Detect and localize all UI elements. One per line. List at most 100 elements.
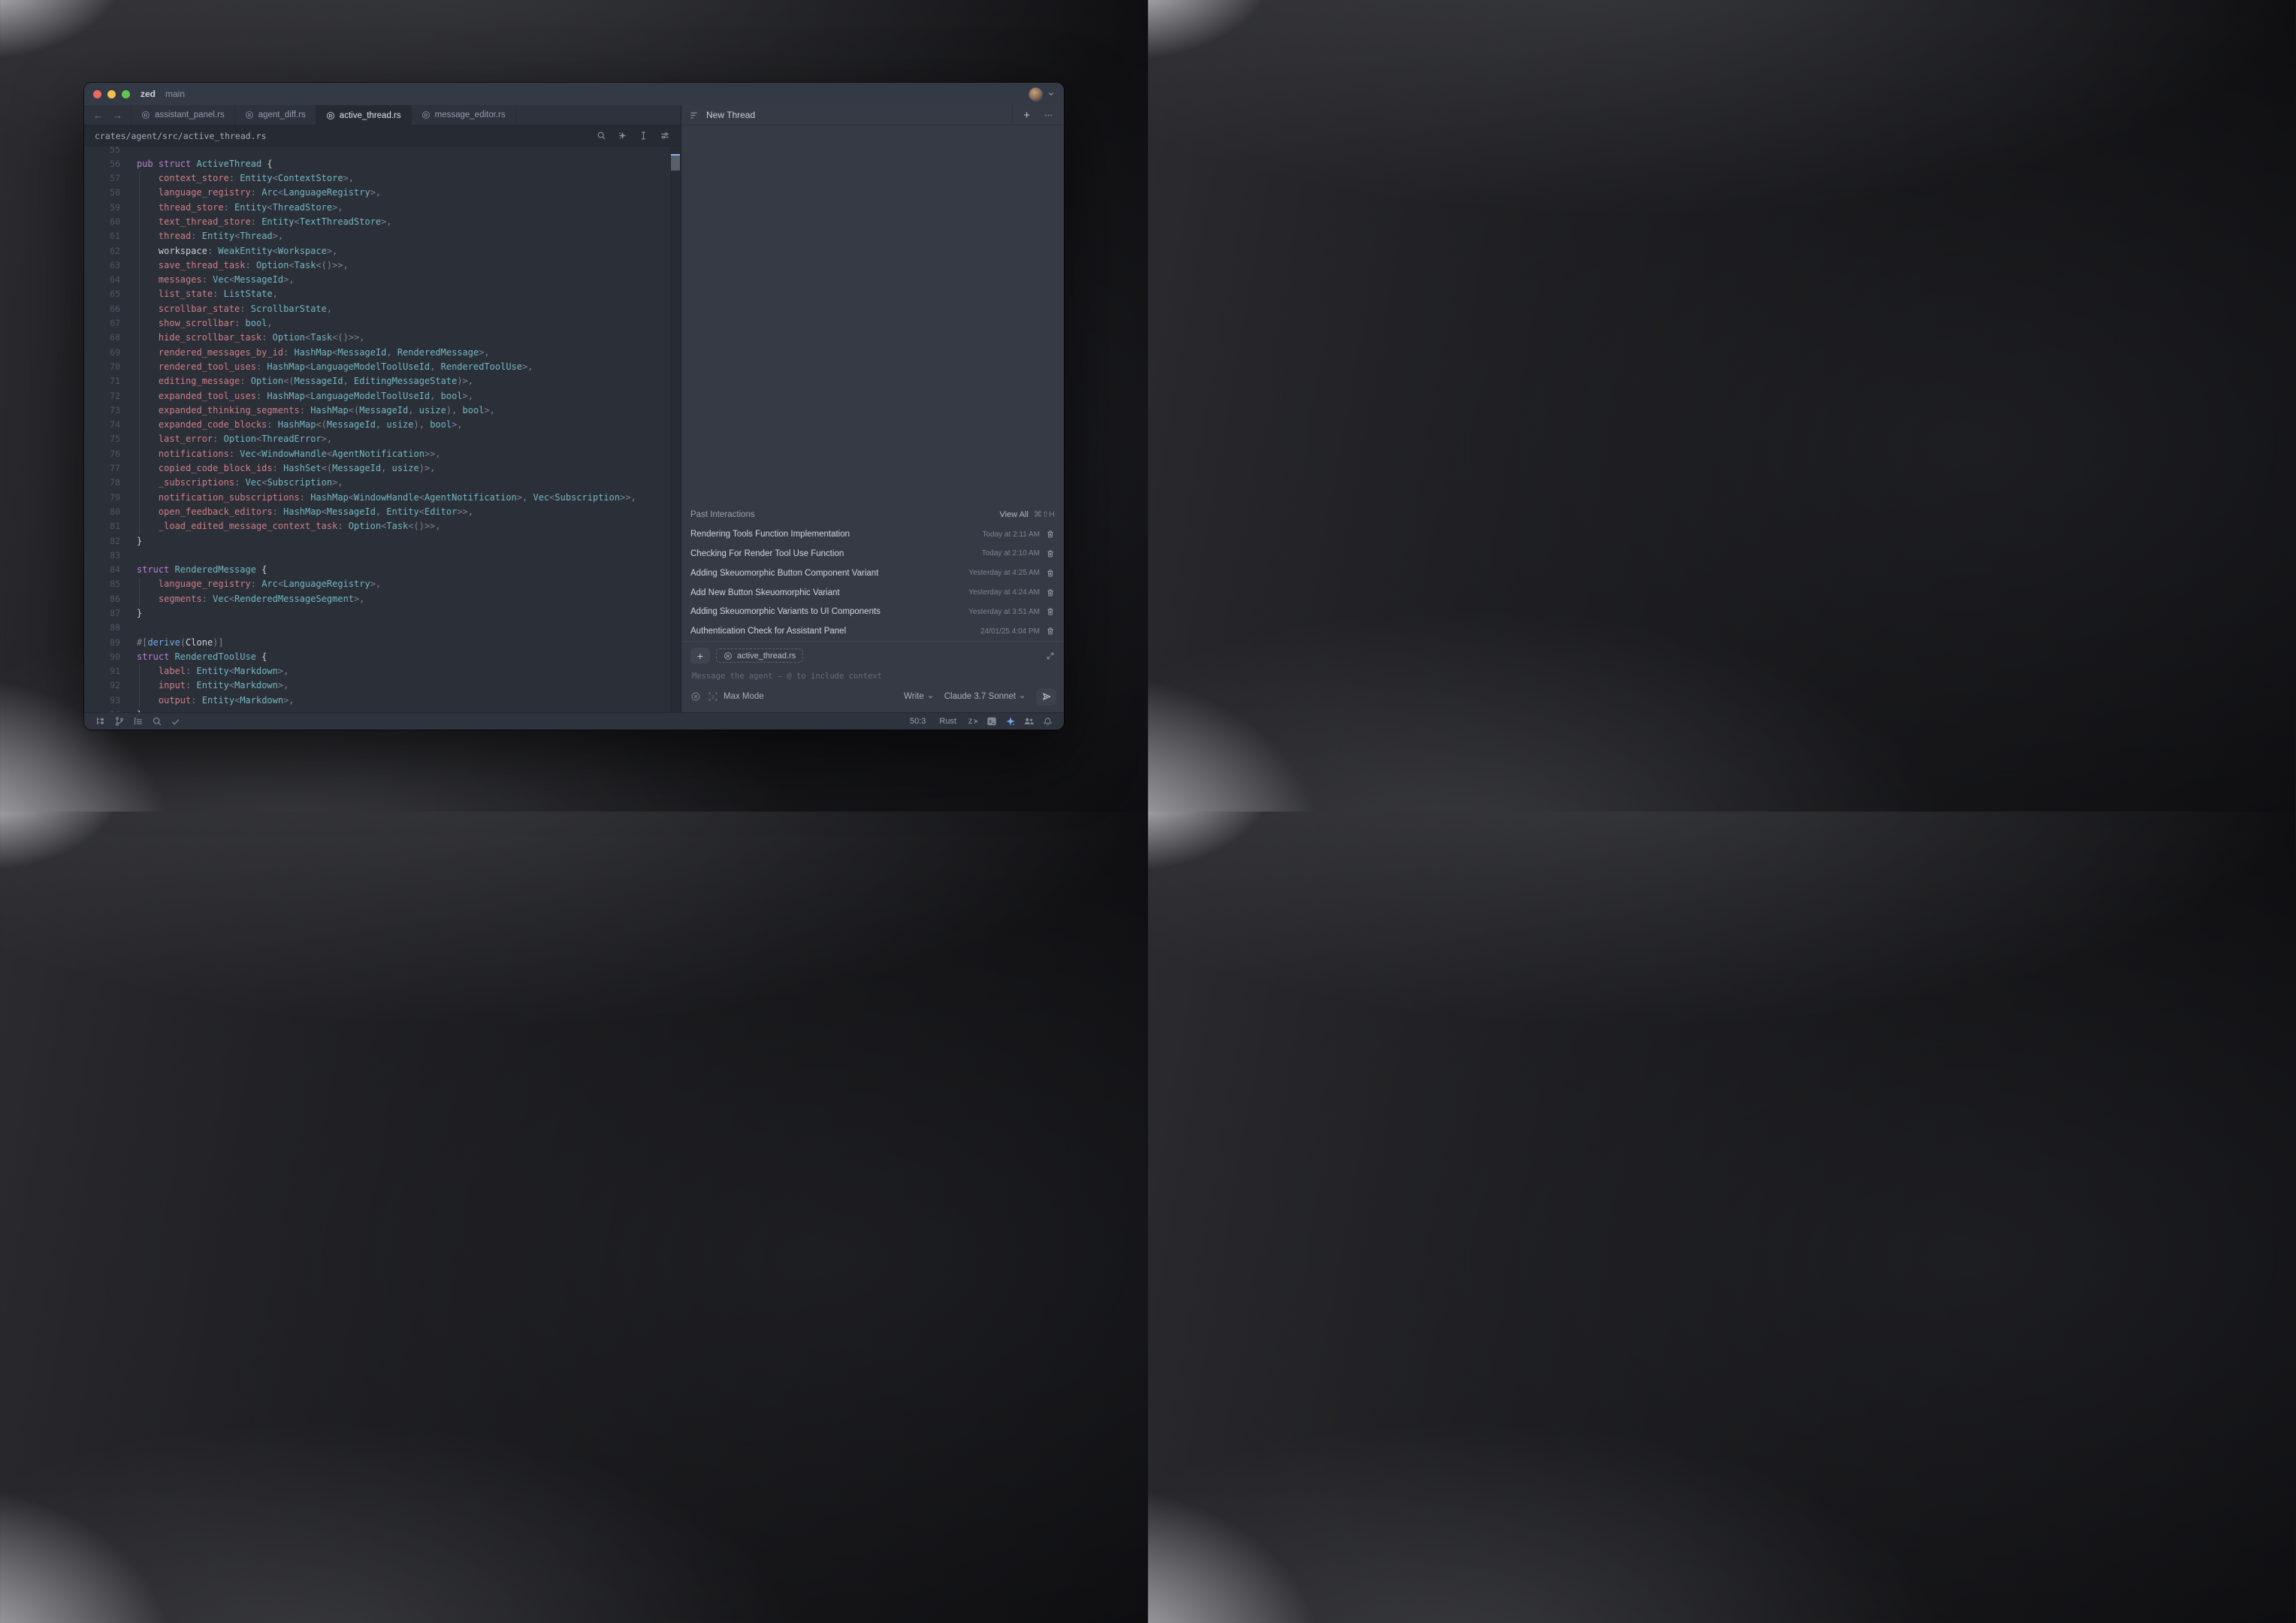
nav-back-button[interactable]: ← bbox=[93, 110, 103, 121]
line-content: } bbox=[137, 606, 142, 621]
past-interactions-title: Past Interactions bbox=[690, 510, 755, 519]
delete-thread-trash-icon[interactable] bbox=[1046, 549, 1055, 558]
line-number: 84 bbox=[84, 563, 120, 577]
inline-assist-sparkle-icon[interactable] bbox=[618, 131, 627, 141]
past-interaction-row[interactable]: Rendering Tools Function ImplementationT… bbox=[681, 524, 1064, 544]
code-line: 90struct RenderedToolUse { bbox=[84, 650, 670, 664]
line-number: 56 bbox=[84, 157, 120, 171]
delete-thread-trash-icon[interactable] bbox=[1046, 607, 1055, 616]
mode-selector[interactable]: Write bbox=[904, 692, 934, 701]
zoom-window-button[interactable] bbox=[122, 90, 130, 98]
scrollbar-thumb[interactable] bbox=[671, 154, 680, 171]
model-selector[interactable]: Claude 3.7 Sonnet bbox=[944, 692, 1026, 701]
code-line: 74 expanded_code_blocks: HashMap<(Messag… bbox=[84, 418, 670, 432]
context-pill[interactable]: R active_thread.rs bbox=[716, 648, 803, 663]
assistant-sparkle-icon[interactable] bbox=[1001, 713, 1020, 730]
line-number: 83 bbox=[84, 549, 120, 563]
line-number: 69 bbox=[84, 346, 120, 360]
send-message-button[interactable] bbox=[1036, 688, 1056, 706]
code-line: 66 scrollbar_state: ScrollbarState, bbox=[84, 302, 670, 316]
interaction-timestamp: 24/01/25 4:04 PM bbox=[980, 627, 1040, 636]
message-input[interactable]: Message the agent – @ to include context bbox=[692, 672, 1055, 681]
line-number: 76 bbox=[84, 447, 120, 461]
cursor-ibeam-icon[interactable] bbox=[639, 131, 648, 141]
past-interaction-row[interactable]: Authentication Check for Assistant Panel… bbox=[681, 621, 1064, 641]
project-panel-icon[interactable] bbox=[91, 713, 110, 730]
code-editor[interactable]: 5556pub struct ActiveThread {57 context_… bbox=[84, 147, 681, 712]
line-content: scrollbar_state: ScrollbarState, bbox=[137, 302, 332, 316]
chevron-down-icon[interactable] bbox=[1047, 90, 1055, 98]
code-line: 87} bbox=[84, 606, 670, 621]
breadcrumb[interactable]: crates/agent/src/active_thread.rs bbox=[95, 131, 266, 141]
avatar[interactable] bbox=[1029, 88, 1042, 101]
line-number: 65 bbox=[84, 287, 120, 301]
svg-text:z: z bbox=[711, 694, 714, 700]
code-line: 79 notification_subscriptions: HashMap<W… bbox=[84, 491, 670, 505]
line-content: segments: Vec<RenderedMessageSegment>, bbox=[137, 592, 364, 606]
terminal-icon[interactable] bbox=[982, 713, 1001, 730]
line-number: 91 bbox=[84, 664, 120, 679]
tab-active_thread.rs[interactable]: Ractive_thread.rs bbox=[316, 105, 412, 125]
past-interaction-row[interactable]: Add New Button Skeuomorphic VariantYeste… bbox=[681, 583, 1064, 603]
notifications-bell-icon[interactable] bbox=[1038, 713, 1057, 730]
editor-scrollbar[interactable] bbox=[670, 147, 681, 712]
add-context-button[interactable]: + bbox=[690, 648, 710, 663]
delete-thread-trash-icon[interactable] bbox=[1046, 569, 1055, 578]
delete-thread-trash-icon[interactable] bbox=[1046, 627, 1055, 636]
project-name[interactable]: zed bbox=[140, 89, 156, 99]
line-number: 85 bbox=[84, 577, 120, 591]
thread-list-icon[interactable] bbox=[690, 110, 699, 120]
code-line: 69 rendered_messages_by_id: HashMap<Mess… bbox=[84, 346, 670, 360]
burn-mode-circle-icon[interactable] bbox=[690, 691, 701, 702]
max-mode-label[interactable]: Max Mode bbox=[724, 692, 764, 701]
close-window-button[interactable] bbox=[93, 90, 101, 98]
git-branch-label[interactable]: main bbox=[165, 89, 185, 99]
new-thread-plus-button[interactable]: + bbox=[1023, 109, 1030, 122]
code-line: 62 workspace: WeakEntity<Workspace>, bbox=[84, 244, 670, 258]
cursor-position[interactable]: 50:3 bbox=[903, 717, 932, 726]
edit-prediction-z-icon[interactable]: Z bbox=[963, 713, 982, 730]
editor-settings-sliders-icon[interactable] bbox=[660, 131, 670, 141]
git-panel-icon[interactable] bbox=[110, 713, 128, 730]
line-content: workspace: WeakEntity<Workspace>, bbox=[137, 244, 337, 258]
tab-agent_diff.rs[interactable]: Ragent_diff.rs bbox=[234, 105, 316, 125]
line-number: 68 bbox=[84, 331, 120, 345]
minimize-window-button[interactable] bbox=[107, 90, 116, 98]
interaction-title: Adding Skeuomorphic Button Component Var… bbox=[690, 569, 878, 578]
line-number: 81 bbox=[84, 519, 120, 533]
collaboration-people-icon[interactable] bbox=[1020, 713, 1038, 730]
past-interaction-row[interactable]: Adding Skeuomorphic Button Component Var… bbox=[681, 564, 1064, 583]
status-bar: 50:3 Rust Z bbox=[84, 712, 1064, 730]
line-number: 63 bbox=[84, 258, 120, 273]
past-interaction-row[interactable]: Checking For Render Tool Use FunctionTod… bbox=[681, 544, 1064, 564]
search-icon[interactable] bbox=[147, 713, 166, 730]
tab-assistant_panel.rs[interactable]: Rassistant_panel.rs bbox=[131, 105, 235, 125]
more-options-button[interactable] bbox=[1044, 110, 1053, 120]
buffer-search-icon[interactable] bbox=[597, 131, 606, 141]
code-line: 72 expanded_tool_uses: HashMap<LanguageM… bbox=[84, 389, 670, 403]
tab-label: active_thread.rs bbox=[340, 111, 401, 120]
composer-controls: z Max Mode Write Claude 3.7 Sonnet bbox=[681, 681, 1064, 712]
diagnostics-check-icon[interactable] bbox=[166, 713, 185, 730]
line-content: language_registry: Arc<LanguageRegistry>… bbox=[137, 577, 381, 591]
code-line: 67 show_scrollbar: bool, bbox=[84, 316, 670, 331]
view-all-shortcut: ⌘⇧H bbox=[1034, 509, 1055, 519]
expand-editor-icon[interactable] bbox=[1046, 651, 1055, 660]
delete-thread-trash-icon[interactable] bbox=[1046, 588, 1055, 597]
tab-message_editor.rs[interactable]: Rmessage_editor.rs bbox=[411, 105, 516, 125]
outline-panel-icon[interactable] bbox=[128, 713, 147, 730]
code-line: 85 language_registry: Arc<LanguageRegist… bbox=[84, 577, 670, 591]
svg-text:R: R bbox=[424, 113, 427, 118]
nav-forward-button[interactable]: → bbox=[113, 110, 122, 121]
zed-max-mode-icon[interactable]: z bbox=[708, 691, 718, 702]
line-number: 64 bbox=[84, 273, 120, 287]
past-interaction-row[interactable]: Adding Skeuomorphic Variants to UI Compo… bbox=[681, 602, 1064, 621]
code-line: 89#[derive(Clone)] bbox=[84, 636, 670, 650]
code-line: 65 list_state: ListState, bbox=[84, 287, 670, 301]
view-all-button[interactable]: View All bbox=[1000, 510, 1029, 519]
code-line: 75 last_error: Option<ThreadError>, bbox=[84, 432, 670, 446]
code-line: 94} bbox=[84, 708, 670, 712]
delete-thread-trash-icon[interactable] bbox=[1046, 530, 1055, 539]
language-selector[interactable]: Rust bbox=[932, 717, 963, 726]
line-content: rendered_tool_uses: HashMap<LanguageMode… bbox=[137, 360, 533, 374]
